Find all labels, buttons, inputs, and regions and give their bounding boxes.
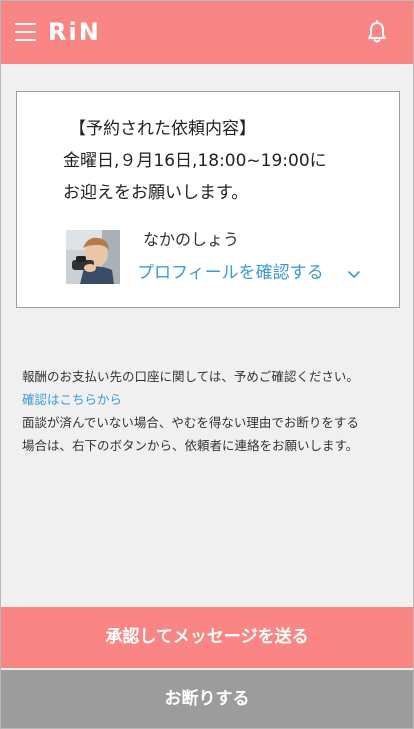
app-header: RiN [0,0,414,64]
profile-link[interactable]: プロフィールを確認する [137,262,324,284]
request-title: 【予約された依頼内容】 [69,119,256,139]
notes-account-text: 報酬のお支払い先の口座に関しては、予めご確認ください。 [22,369,359,384]
app-logo: RiN [48,18,101,46]
notes-decline-text-1: 面談が済んでいない場合、やむを得ない理由でお断りをする [22,415,359,430]
notes-section: 報酬のお支払い先の口座に関しては、予めご確認ください。 確認はこちらから 面談が… [22,365,400,457]
chevron-down-icon[interactable] [347,268,361,282]
bell-icon[interactable] [364,19,390,45]
avatar-photo [66,230,120,284]
decline-button[interactable]: お断りする [0,670,414,729]
request-datetime: 金曜日,９月16日,18:00~19:00に [63,151,327,171]
confirm-link[interactable]: 確認はこちらから [22,388,400,411]
user-name: なかのしょう [143,230,240,249]
request-description: お迎えをお願いします。 [63,183,249,203]
approve-send-message-button[interactable]: 承認してメッセージを送る [0,607,414,668]
request-card: 【予約された依頼内容】 金曜日,９月16日,18:00~19:00に お迎えをお… [16,91,400,308]
notes-decline-text-2: 場合は、右下のボタンから、依頼者に連絡をお願いします。 [22,438,359,453]
hamburger-menu-icon[interactable] [15,21,36,43]
avatar [66,230,120,284]
